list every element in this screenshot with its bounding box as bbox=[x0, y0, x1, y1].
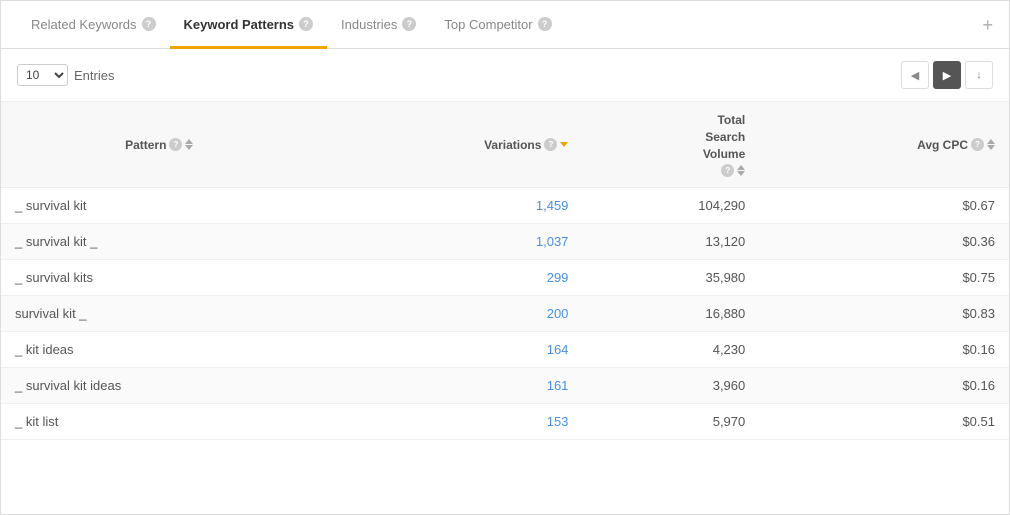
cell-total-search-volume: 35,980 bbox=[582, 260, 759, 296]
tab-keyword-patterns-label: Keyword Patterns bbox=[184, 17, 295, 32]
variations-help-icon[interactable]: ? bbox=[544, 138, 557, 151]
avg-cpc-sort-icon[interactable] bbox=[987, 139, 995, 150]
total-search-volume-help-icon[interactable]: ? bbox=[721, 164, 734, 177]
table-row: _ survival kits29935,980$0.75 bbox=[1, 260, 1009, 296]
col-variations-label: Variations bbox=[484, 138, 541, 152]
pattern-sort-icon[interactable] bbox=[185, 139, 193, 150]
entries-select[interactable]: 10 25 50 100 bbox=[17, 64, 68, 86]
table-row: _ kit list1535,970$0.51 bbox=[1, 404, 1009, 440]
cell-pattern: _ survival kit _ bbox=[1, 224, 317, 260]
cell-avg-cpc: $0.67 bbox=[759, 188, 1009, 224]
table-header-row: Pattern ? Variations ? bbox=[1, 102, 1009, 188]
tab-related-keywords[interactable]: Related Keywords ? bbox=[17, 2, 170, 49]
cell-variations: 161 bbox=[317, 368, 582, 404]
cell-variations: 164 bbox=[317, 332, 582, 368]
tab-industries[interactable]: Industries ? bbox=[327, 2, 430, 49]
prev-page-button[interactable]: ◀ bbox=[901, 61, 929, 89]
tab-bar: Related Keywords ? Keyword Patterns ? In… bbox=[1, 1, 1009, 49]
cell-variations: 299 bbox=[317, 260, 582, 296]
cell-avg-cpc: $0.36 bbox=[759, 224, 1009, 260]
table-row: _ survival kit _1,03713,120$0.36 bbox=[1, 224, 1009, 260]
col-header-pattern: Pattern ? bbox=[1, 102, 317, 188]
add-tab-button[interactable]: + bbox=[982, 16, 993, 34]
table-wrapper: Pattern ? Variations ? bbox=[1, 102, 1009, 440]
cell-variations: 1,037 bbox=[317, 224, 582, 260]
download-button[interactable]: ↓ bbox=[965, 61, 993, 89]
controls-row: 10 25 50 100 Entries ◀ ▶ ↓ bbox=[1, 49, 1009, 102]
col-total-search-volume-label: TotalSearchVolume bbox=[703, 112, 745, 162]
col-pattern-label: Pattern bbox=[125, 138, 166, 152]
table-body: _ survival kit1,459104,290$0.67_ surviva… bbox=[1, 188, 1009, 440]
table-row: _ survival kit1,459104,290$0.67 bbox=[1, 188, 1009, 224]
tab-industries-label: Industries bbox=[341, 17, 397, 32]
cell-avg-cpc: $0.16 bbox=[759, 332, 1009, 368]
cell-variations: 1,459 bbox=[317, 188, 582, 224]
keyword-patterns-help-icon[interactable]: ? bbox=[299, 17, 313, 31]
industries-help-icon[interactable]: ? bbox=[402, 17, 416, 31]
cell-pattern: _ survival kit bbox=[1, 188, 317, 224]
cell-variations: 200 bbox=[317, 296, 582, 332]
table-row: _ kit ideas1644,230$0.16 bbox=[1, 332, 1009, 368]
col-header-variations: Variations ? bbox=[317, 102, 582, 188]
next-page-button[interactable]: ▶ bbox=[933, 61, 961, 89]
tab-keyword-patterns[interactable]: Keyword Patterns ? bbox=[170, 2, 328, 49]
col-header-avg-cpc: Avg CPC ? bbox=[759, 102, 1009, 188]
cell-variations: 153 bbox=[317, 404, 582, 440]
cell-pattern: _ survival kits bbox=[1, 260, 317, 296]
main-container: Related Keywords ? Keyword Patterns ? In… bbox=[0, 0, 1010, 515]
keyword-patterns-table: Pattern ? Variations ? bbox=[1, 102, 1009, 440]
top-competitor-help-icon[interactable]: ? bbox=[538, 17, 552, 31]
tab-top-competitor[interactable]: Top Competitor ? bbox=[430, 2, 565, 49]
avg-cpc-help-icon[interactable]: ? bbox=[971, 138, 984, 151]
pattern-help-icon[interactable]: ? bbox=[169, 138, 182, 151]
cell-total-search-volume: 104,290 bbox=[582, 188, 759, 224]
cell-avg-cpc: $0.75 bbox=[759, 260, 1009, 296]
tab-related-keywords-label: Related Keywords bbox=[31, 17, 137, 32]
entries-label: Entries bbox=[74, 68, 114, 83]
col-header-total-search-volume: TotalSearchVolume ? bbox=[582, 102, 759, 188]
cell-total-search-volume: 3,960 bbox=[582, 368, 759, 404]
cell-pattern: _ survival kit ideas bbox=[1, 368, 317, 404]
nav-buttons: ◀ ▶ ↓ bbox=[901, 61, 993, 89]
cell-total-search-volume: 5,970 bbox=[582, 404, 759, 440]
related-keywords-help-icon[interactable]: ? bbox=[142, 17, 156, 31]
tab-top-competitor-label: Top Competitor bbox=[444, 17, 532, 32]
entries-control: 10 25 50 100 Entries bbox=[17, 64, 114, 86]
variations-sort-icon[interactable] bbox=[560, 142, 568, 147]
cell-total-search-volume: 4,230 bbox=[582, 332, 759, 368]
cell-avg-cpc: $0.16 bbox=[759, 368, 1009, 404]
cell-pattern: survival kit _ bbox=[1, 296, 317, 332]
cell-pattern: _ kit list bbox=[1, 404, 317, 440]
cell-avg-cpc: $0.51 bbox=[759, 404, 1009, 440]
cell-avg-cpc: $0.83 bbox=[759, 296, 1009, 332]
cell-total-search-volume: 16,880 bbox=[582, 296, 759, 332]
total-search-volume-sort-icon[interactable] bbox=[737, 165, 745, 176]
table-row: survival kit _20016,880$0.83 bbox=[1, 296, 1009, 332]
cell-pattern: _ kit ideas bbox=[1, 332, 317, 368]
cell-total-search-volume: 13,120 bbox=[582, 224, 759, 260]
table-row: _ survival kit ideas1613,960$0.16 bbox=[1, 368, 1009, 404]
col-avg-cpc-label: Avg CPC bbox=[917, 138, 968, 152]
